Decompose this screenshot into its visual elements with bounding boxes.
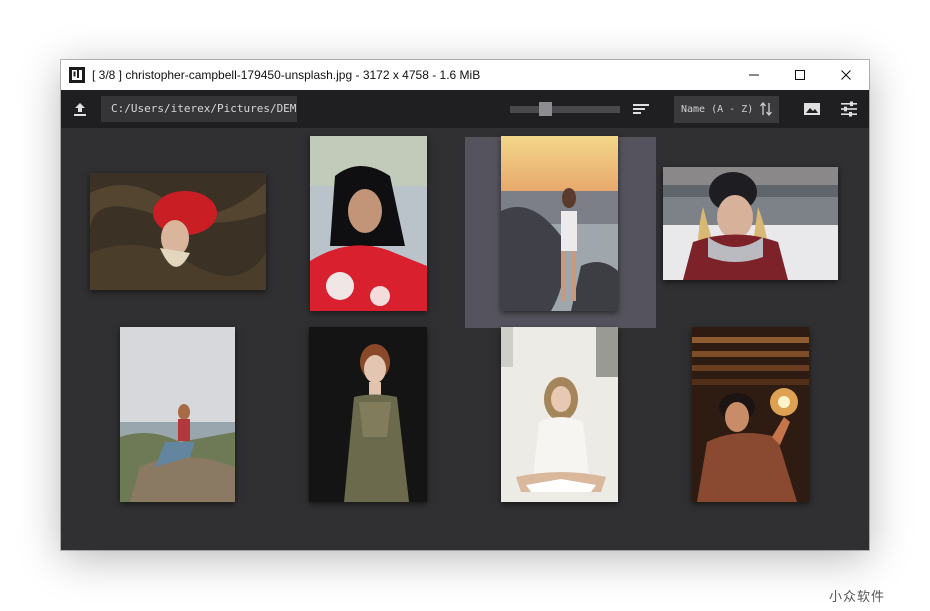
thumbnail[interactable] <box>90 173 266 290</box>
upload-button[interactable] <box>69 98 91 120</box>
image-icon <box>804 103 820 115</box>
sort-label: Name (A - Z) <box>681 104 754 115</box>
sliders-icon <box>841 101 857 117</box>
settings-button[interactable] <box>837 98 861 120</box>
folder-path-field[interactable]: C:/Users/iterex/Pictures/DEMO <box>101 96 297 122</box>
sort-arrows-icon <box>760 102 772 117</box>
app-window: [ 3/8 ] christopher-campbell-179450-unsp… <box>61 60 869 550</box>
thumbnail[interactable] <box>501 136 618 311</box>
thumbnail[interactable] <box>692 327 809 502</box>
sort-dropdown[interactable]: Name (A - Z) <box>674 96 779 123</box>
zoom-slider-track[interactable] <box>510 106 620 113</box>
minimize-icon <box>749 74 759 76</box>
thumbnail[interactable] <box>501 327 618 502</box>
image-view-button[interactable] <box>800 98 824 120</box>
layout-toggle-button[interactable] <box>629 98 653 120</box>
thumbnail[interactable] <box>310 136 427 311</box>
thumbnail-grid <box>61 128 869 550</box>
minimize-button[interactable] <box>731 60 777 90</box>
toolbar: C:/Users/iterex/Pictures/DEMO Name (A - … <box>61 90 869 128</box>
close-button[interactable] <box>823 60 869 90</box>
thumbnail[interactable] <box>663 167 838 280</box>
title-bar[interactable]: [ 3/8 ] christopher-campbell-179450-unsp… <box>61 60 869 90</box>
maximize-icon <box>795 70 805 80</box>
watermark-text: 小众软件 <box>829 589 886 604</box>
zoom-slider-handle[interactable] <box>539 102 553 116</box>
align-left-lines-icon <box>633 104 649 114</box>
close-icon <box>841 70 851 80</box>
app-logo-icon <box>69 67 85 83</box>
thumbnail[interactable] <box>309 327 427 502</box>
maximize-button[interactable] <box>777 60 823 90</box>
window-title: [ 3/8 ] christopher-campbell-179450-unsp… <box>92 68 481 82</box>
thumbnail[interactable] <box>120 327 235 502</box>
upload-icon <box>74 103 86 116</box>
